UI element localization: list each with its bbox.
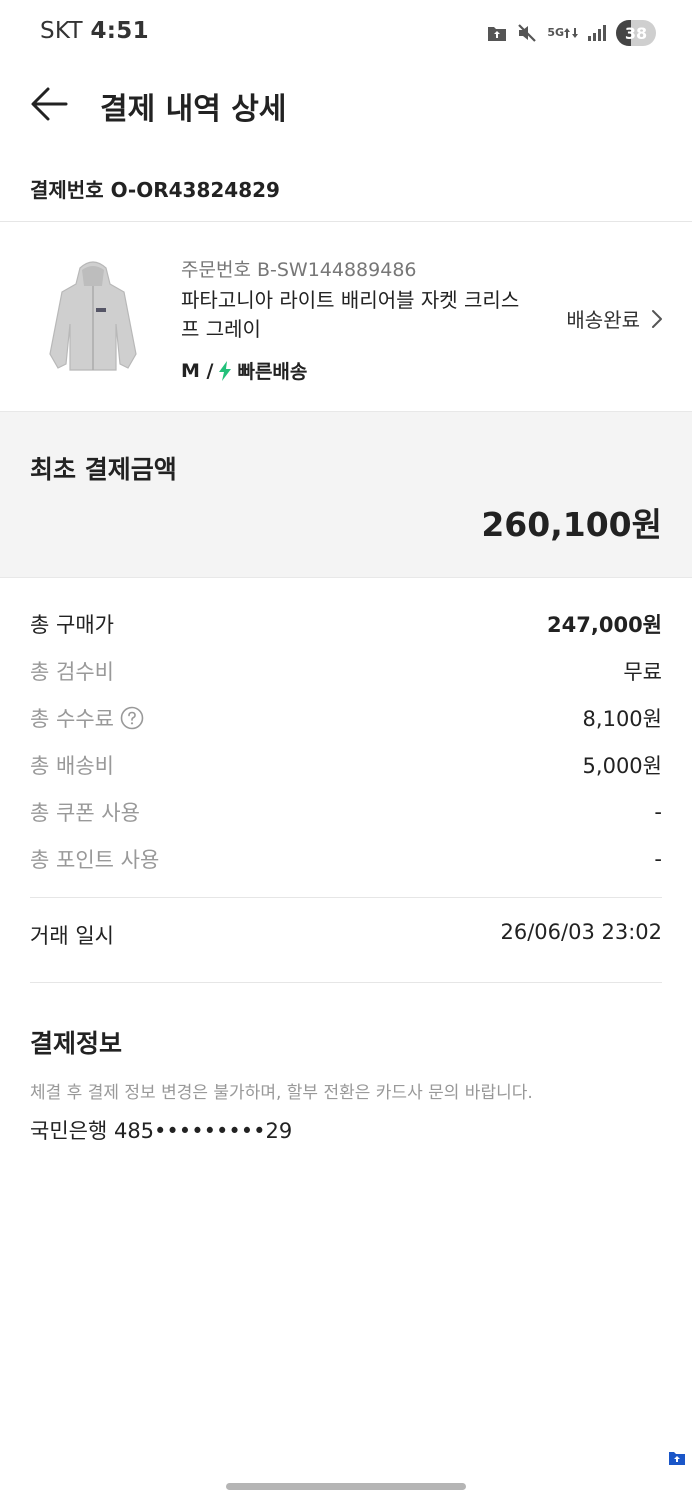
- total-payment-label: 최초 결제금액: [30, 455, 177, 484]
- breakdown-row-shipping: 총 배송비 5,000원: [30, 741, 662, 788]
- payment-info-notice: 체결 후 결제 정보 변경은 불가하며, 할부 전환은 카드사 문의 바랍니다.: [30, 1083, 533, 1103]
- product-image: [44, 258, 142, 376]
- folder-upload-icon: [487, 24, 507, 42]
- breakdown-label: 총 구매가: [30, 612, 114, 637]
- delivery-status-link[interactable]: 배송완료: [566, 304, 664, 333]
- breakdown-row-coupon: 총 쿠폰 사용 -: [30, 788, 662, 835]
- signal-icon: [587, 24, 607, 42]
- page-title: 결제 내역 상세: [100, 92, 287, 127]
- app-header: 결제 내역 상세: [0, 72, 692, 136]
- total-payment-value: 260,100원: [481, 505, 662, 544]
- divider: [30, 897, 662, 898]
- question-circle-icon[interactable]: [120, 706, 144, 730]
- breakdown-value: 5,000원: [582, 753, 662, 778]
- back-button[interactable]: [28, 84, 72, 124]
- mute-icon: [516, 22, 538, 44]
- breakdown-row-fee: 총 수수료 8,100원: [30, 694, 662, 741]
- payment-card-number: 국민은행 485•••••••••29: [30, 1119, 293, 1143]
- status-bar: SKT 4:51 5G 38: [0, 0, 692, 66]
- breakdown-label: 총 포인트 사용: [30, 847, 160, 872]
- network-type-label: 5G: [547, 26, 564, 39]
- breakdown-label-group: 총 수수료: [30, 703, 144, 733]
- product-size: M /: [181, 359, 214, 382]
- breakdown-row-purchase: 총 구매가 247,000원: [30, 600, 662, 647]
- status-left: SKT 4:51: [40, 18, 149, 44]
- breakdown-label: 총 배송비: [30, 753, 114, 778]
- divider: [30, 982, 662, 983]
- lightning-bolt-icon: [217, 360, 233, 381]
- breakdown-label: 총 수수료: [30, 706, 114, 731]
- breakdown-value: -: [654, 846, 662, 871]
- transaction-date-value: 26/06/03 23:02: [500, 920, 662, 944]
- battery-icon: 38: [616, 20, 656, 46]
- breakdown-row-points: 총 포인트 사용 -: [30, 835, 662, 882]
- 5g-data-icon: 5G: [547, 26, 578, 39]
- carrier-label: SKT: [40, 18, 83, 44]
- breakdown-value: 247,000원: [547, 612, 662, 637]
- breakdown-label: 총 쿠폰 사용: [30, 800, 140, 825]
- breakdown-value: -: [654, 799, 662, 824]
- breakdown-value: 8,100원: [582, 706, 662, 731]
- total-payment-box: 최초 결제금액 260,100원: [0, 411, 692, 578]
- product-name: 파타고니아 라이트 배리어블 자켓 크리스프 그레이: [181, 288, 520, 341]
- status-icons: 5G 38: [487, 18, 656, 48]
- payment-info-title: 결제정보: [30, 1029, 123, 1058]
- transaction-date-row: 거래 일시 26/06/03 23:02: [30, 920, 662, 950]
- arrow-left-icon: [31, 87, 68, 121]
- chevron-right-icon: [652, 309, 662, 328]
- battery-level: 38: [624, 23, 648, 43]
- product-option: M / 빠른배송: [181, 357, 307, 384]
- shipping-type: 빠른배송: [237, 361, 308, 383]
- transaction-date-label: 거래 일시: [30, 924, 114, 948]
- clock: 4:51: [90, 18, 149, 44]
- folder-upload-icon[interactable]: [668, 1450, 686, 1466]
- breakdown-row-inspection: 총 검수비 무료: [30, 647, 662, 694]
- home-indicator[interactable]: [226, 1483, 466, 1490]
- breakdown-label: 총 검수비: [30, 659, 114, 684]
- delivery-status-label: 배송완료: [566, 308, 640, 332]
- price-breakdown: 총 구매가 247,000원 총 검수비 무료 총 수수료 8,100원 총 배…: [30, 600, 662, 882]
- order-card[interactable]: 주문번호 B-SW144889486 파타고니아 라이트 배리어블 자켓 크리스…: [0, 222, 692, 411]
- breakdown-value: 무료: [623, 659, 662, 684]
- order-number: 주문번호 B-SW144889486: [181, 259, 417, 281]
- payment-number: 결제번호 O-OR43824829: [30, 178, 280, 202]
